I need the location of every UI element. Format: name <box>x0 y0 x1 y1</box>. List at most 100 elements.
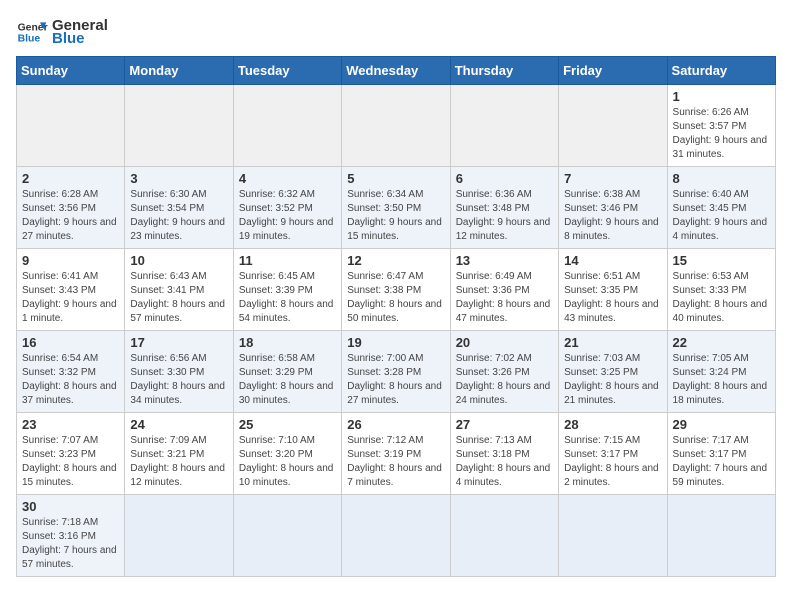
calendar-cell: 13 Sunrise: 6:49 AM Sunset: 3:36 PM Dayli… <box>450 249 558 331</box>
day-info: Sunrise: 7:18 AM Sunset: 3:16 PM Dayligh… <box>22 516 119 572</box>
calendar-cell: 11 Sunrise: 6:45 AM Sunset: 3:39 PM Dayli… <box>233 249 341 331</box>
day-number: 14 <box>564 253 661 268</box>
day-info: Sunrise: 7:09 AM Sunset: 3:21 PM Dayligh… <box>130 434 227 490</box>
day-number: 11 <box>239 253 336 268</box>
day-number: 13 <box>456 253 553 268</box>
calendar-cell <box>233 495 341 577</box>
calendar-cell: 25 Sunrise: 7:10 AM Sunset: 3:20 PM Dayli… <box>233 413 341 495</box>
day-info: Sunrise: 6:41 AM Sunset: 3:43 PM Dayligh… <box>22 270 119 326</box>
day-info: Sunrise: 6:36 AM Sunset: 3:48 PM Dayligh… <box>456 188 553 244</box>
day-number: 3 <box>130 171 227 186</box>
calendar-cell: 26 Sunrise: 7:12 AM Sunset: 3:19 PM Dayli… <box>342 413 450 495</box>
logo-icon: General Blue <box>16 16 48 48</box>
calendar: SundayMondayTuesdayWednesdayThursdayFrid… <box>16 56 776 577</box>
calendar-cell: 3Sunrise: 6:30 AM Sunset: 3:54 PM Daylig… <box>125 167 233 249</box>
day-number: 12 <box>347 253 444 268</box>
calendar-cell: 14 Sunrise: 6:51 AM Sunset: 3:35 PM Dayli… <box>559 249 667 331</box>
weekday-header-thursday: Thursday <box>450 57 558 85</box>
weekday-header-tuesday: Tuesday <box>233 57 341 85</box>
calendar-cell: 27 Sunrise: 7:13 AM Sunset: 3:18 PM Dayli… <box>450 413 558 495</box>
calendar-cell: 7 Sunrise: 6:38 AM Sunset: 3:46 PM Daylig… <box>559 167 667 249</box>
calendar-week-row: 2 Sunrise: 6:28 AM Sunset: 3:56 PM Daylig… <box>17 167 776 249</box>
day-number: 26 <box>347 417 444 432</box>
calendar-cell: 20 Sunrise: 7:02 AM Sunset: 3:26 PM Dayli… <box>450 331 558 413</box>
calendar-cell <box>342 495 450 577</box>
calendar-week-row: 16Sunrise: 6:54 AM Sunset: 3:32 PM Dayli… <box>17 331 776 413</box>
day-number: 9 <box>22 253 119 268</box>
calendar-cell: 5Sunrise: 6:34 AM Sunset: 3:50 PM Daylig… <box>342 167 450 249</box>
calendar-cell <box>17 85 125 167</box>
day-info: Sunrise: 6:28 AM Sunset: 3:56 PM Dayligh… <box>22 188 119 244</box>
logo: General Blue General Blue <box>16 16 108 48</box>
day-info: Sunrise: 7:07 AM Sunset: 3:23 PM Dayligh… <box>22 434 119 490</box>
calendar-cell: 4 Sunrise: 6:32 AM Sunset: 3:52 PM Daylig… <box>233 167 341 249</box>
day-info: Sunrise: 6:58 AM Sunset: 3:29 PM Dayligh… <box>239 352 336 408</box>
day-number: 16 <box>22 335 119 350</box>
calendar-cell: 19 Sunrise: 7:00 AM Sunset: 3:28 PM Dayli… <box>342 331 450 413</box>
day-number: 25 <box>239 417 336 432</box>
day-number: 7 <box>564 171 661 186</box>
calendar-cell <box>559 495 667 577</box>
day-number: 21 <box>564 335 661 350</box>
day-info: Sunrise: 6:40 AM Sunset: 3:45 PM Dayligh… <box>673 188 770 244</box>
header: General Blue General Blue <box>16 16 776 48</box>
calendar-cell <box>125 495 233 577</box>
weekday-header-wednesday: Wednesday <box>342 57 450 85</box>
calendar-cell: 10 Sunrise: 6:43 AM Sunset: 3:41 PM Dayli… <box>125 249 233 331</box>
calendar-week-row: 23 Sunrise: 7:07 AM Sunset: 3:23 PM Dayli… <box>17 413 776 495</box>
day-number: 30 <box>22 499 119 514</box>
calendar-cell: 18 Sunrise: 6:58 AM Sunset: 3:29 PM Dayli… <box>233 331 341 413</box>
day-number: 27 <box>456 417 553 432</box>
calendar-cell: 6 Sunrise: 6:36 AM Sunset: 3:48 PM Daylig… <box>450 167 558 249</box>
calendar-cell: 15Sunrise: 6:53 AM Sunset: 3:33 PM Dayli… <box>667 249 775 331</box>
day-number: 29 <box>673 417 770 432</box>
svg-text:Blue: Blue <box>18 34 41 45</box>
day-number: 10 <box>130 253 227 268</box>
day-info: Sunrise: 7:10 AM Sunset: 3:20 PM Dayligh… <box>239 434 336 490</box>
day-info: Sunrise: 7:17 AM Sunset: 3:17 PM Dayligh… <box>673 434 770 490</box>
day-number: 17 <box>130 335 227 350</box>
day-info: Sunrise: 6:34 AM Sunset: 3:50 PM Dayligh… <box>347 188 444 244</box>
calendar-cell <box>559 85 667 167</box>
day-info: Sunrise: 7:13 AM Sunset: 3:18 PM Dayligh… <box>456 434 553 490</box>
day-number: 4 <box>239 171 336 186</box>
calendar-cell: 28Sunrise: 7:15 AM Sunset: 3:17 PM Dayli… <box>559 413 667 495</box>
day-number: 6 <box>456 171 553 186</box>
day-info: Sunrise: 6:43 AM Sunset: 3:41 PM Dayligh… <box>130 270 227 326</box>
day-info: Sunrise: 6:51 AM Sunset: 3:35 PM Dayligh… <box>564 270 661 326</box>
calendar-cell: 30 Sunrise: 7:18 AM Sunset: 3:16 PM Dayli… <box>17 495 125 577</box>
day-number: 8 <box>673 171 770 186</box>
day-info: Sunrise: 6:49 AM Sunset: 3:36 PM Dayligh… <box>456 270 553 326</box>
day-info: Sunrise: 6:45 AM Sunset: 3:39 PM Dayligh… <box>239 270 336 326</box>
day-info: Sunrise: 7:12 AM Sunset: 3:19 PM Dayligh… <box>347 434 444 490</box>
calendar-cell: 12 Sunrise: 6:47 AM Sunset: 3:38 PM Dayli… <box>342 249 450 331</box>
calendar-cell: 8 Sunrise: 6:40 AM Sunset: 3:45 PM Daylig… <box>667 167 775 249</box>
day-number: 23 <box>22 417 119 432</box>
day-number: 18 <box>239 335 336 350</box>
calendar-cell: 17 Sunrise: 6:56 AM Sunset: 3:30 PM Dayli… <box>125 331 233 413</box>
day-number: 19 <box>347 335 444 350</box>
day-number: 1 <box>673 89 770 104</box>
calendar-cell <box>342 85 450 167</box>
day-info: Sunrise: 6:47 AM Sunset: 3:38 PM Dayligh… <box>347 270 444 326</box>
weekday-header-saturday: Saturday <box>667 57 775 85</box>
day-info: Sunrise: 6:38 AM Sunset: 3:46 PM Dayligh… <box>564 188 661 244</box>
calendar-cell: 2 Sunrise: 6:28 AM Sunset: 3:56 PM Daylig… <box>17 167 125 249</box>
day-info: Sunrise: 6:32 AM Sunset: 3:52 PM Dayligh… <box>239 188 336 244</box>
day-number: 24 <box>130 417 227 432</box>
calendar-cell: 24 Sunrise: 7:09 AM Sunset: 3:21 PM Dayli… <box>125 413 233 495</box>
day-info: Sunrise: 7:02 AM Sunset: 3:26 PM Dayligh… <box>456 352 553 408</box>
calendar-cell: 21Sunrise: 7:03 AM Sunset: 3:25 PM Dayli… <box>559 331 667 413</box>
weekday-header-friday: Friday <box>559 57 667 85</box>
day-number: 2 <box>22 171 119 186</box>
calendar-week-row: 9 Sunrise: 6:41 AM Sunset: 3:43 PM Daylig… <box>17 249 776 331</box>
day-info: Sunrise: 7:00 AM Sunset: 3:28 PM Dayligh… <box>347 352 444 408</box>
calendar-cell: 29 Sunrise: 7:17 AM Sunset: 3:17 PM Dayli… <box>667 413 775 495</box>
calendar-cell: 16Sunrise: 6:54 AM Sunset: 3:32 PM Dayli… <box>17 331 125 413</box>
weekday-header-monday: Monday <box>125 57 233 85</box>
calendar-cell: 9 Sunrise: 6:41 AM Sunset: 3:43 PM Daylig… <box>17 249 125 331</box>
day-number: 22 <box>673 335 770 350</box>
day-number: 20 <box>456 335 553 350</box>
day-info: Sunrise: 6:56 AM Sunset: 3:30 PM Dayligh… <box>130 352 227 408</box>
calendar-week-row: 1Sunrise: 6:26 AM Sunset: 3:57 PM Daylig… <box>17 85 776 167</box>
